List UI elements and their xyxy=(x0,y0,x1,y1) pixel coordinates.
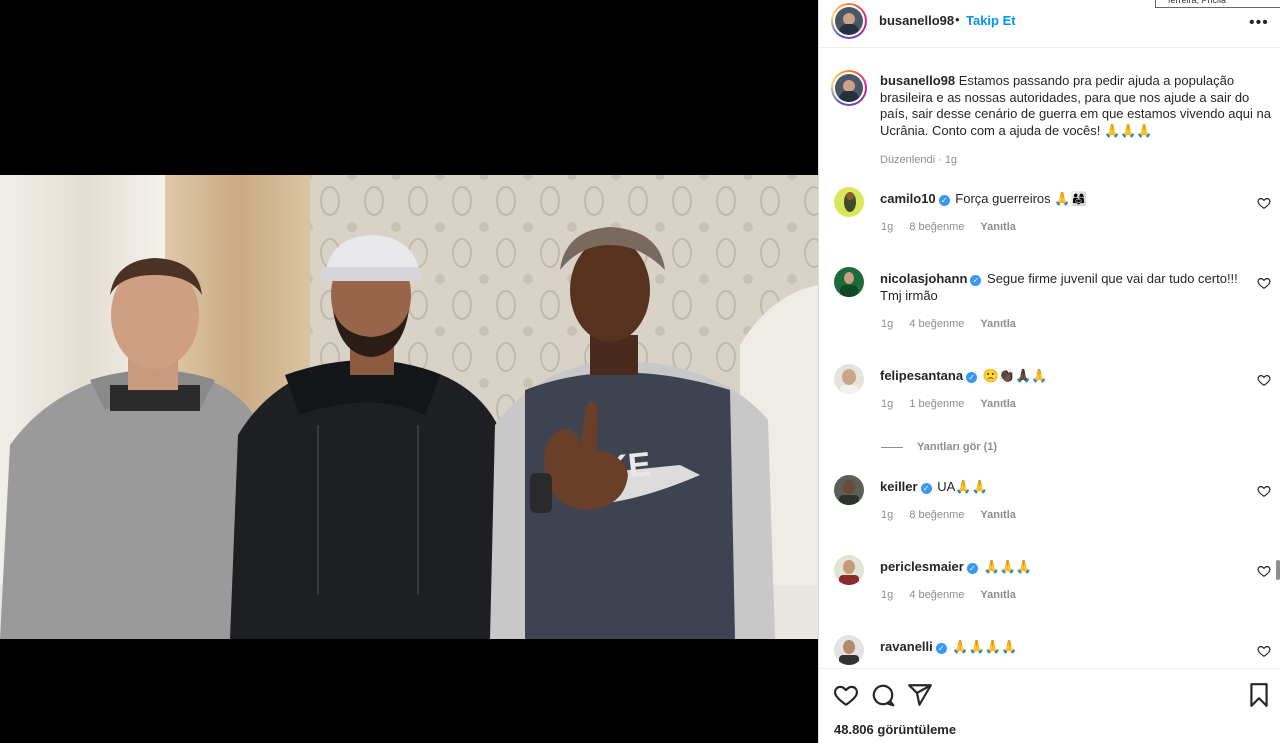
comment-like-heart-icon[interactable] xyxy=(1257,373,1271,387)
bookmark-icon[interactable] xyxy=(1246,682,1272,708)
comment-time: 1g xyxy=(881,318,894,330)
comment-meta: 1g 8 beğenme Yanıtla xyxy=(881,509,1029,521)
comment-meta: 1g 1 beğenme Yanıtla xyxy=(881,398,1029,410)
comment-time: 1g xyxy=(881,589,894,601)
verified-badge-icon: ✓ xyxy=(970,275,982,286)
post-video[interactable]: KE xyxy=(0,175,818,639)
view-replies-button[interactable]: Yanıtları gör (1) xyxy=(881,441,997,453)
verified-badge-icon: ✓ xyxy=(938,195,950,206)
view-count[interactable]: 48.806 görüntüleme xyxy=(834,722,956,737)
view-replies-line xyxy=(881,446,903,448)
reply-button[interactable]: Yanıtla xyxy=(980,398,1015,410)
verified-badge-icon: ✓ xyxy=(935,643,947,654)
post-side-panel: ferreira, Pricila busanello98 • Takip Et… xyxy=(818,0,1280,743)
view-replies-label: Yanıtları gör (1) xyxy=(917,441,998,453)
caption-username[interactable]: busanello98 xyxy=(880,73,955,88)
comment-likes[interactable]: 8 beğenme xyxy=(909,509,964,521)
comment-text: 🙏🙏🙏 xyxy=(983,559,1033,574)
comment-meta: 1g 4 beğenme Yanıtla xyxy=(881,318,1029,330)
action-bar: 48.806 görüntüleme xyxy=(819,668,1280,743)
caption-avatar[interactable] xyxy=(831,70,867,106)
heart-icon[interactable] xyxy=(833,682,859,708)
comment-avatar[interactable] xyxy=(834,187,864,217)
comment-like-heart-icon[interactable] xyxy=(1257,484,1271,498)
avatar[interactable] xyxy=(831,3,867,39)
caption-text: busanello98 Estamos passando pra pedir a… xyxy=(880,73,1275,139)
scrollbar-thumb[interactable] xyxy=(1276,560,1280,580)
comment-time: 1g xyxy=(881,398,894,410)
comment-text: 🙁👏🏿🙏🏿🙏 xyxy=(982,368,1048,383)
reply-button[interactable]: Yanıtla xyxy=(980,221,1015,233)
comment-like-heart-icon[interactable] xyxy=(1257,196,1271,210)
more-options-icon[interactable]: ••• xyxy=(1249,14,1269,32)
verified-badge-icon: ✓ xyxy=(920,483,932,494)
reply-button[interactable]: Yanıtla xyxy=(980,318,1015,330)
comment-meta: 1g 4 beğenme Yanıtla xyxy=(881,589,1029,601)
comment-avatar[interactable] xyxy=(834,635,864,665)
comment-likes[interactable]: 1 beğenme xyxy=(909,398,964,410)
comment-username[interactable]: nicolasjohann xyxy=(880,271,967,286)
comment-username[interactable]: felipesantana xyxy=(880,368,963,383)
instagram-post-viewer: KE ferreira, Pricila busanello98 • Takip… xyxy=(0,0,1280,743)
comment-like-heart-icon[interactable] xyxy=(1257,276,1271,290)
comment-avatar[interactable] xyxy=(834,475,864,505)
header-username[interactable]: busanello98 xyxy=(879,13,954,28)
comment-username[interactable]: keiller xyxy=(880,479,918,494)
comment-like-heart-icon[interactable] xyxy=(1257,564,1271,578)
comment-time: 1g xyxy=(881,221,894,233)
post-header: busanello98 • Takip Et ••• xyxy=(819,0,1280,48)
comment-likes[interactable]: 4 beğenme xyxy=(909,589,964,601)
comment-avatar[interactable] xyxy=(834,555,864,585)
comment-avatar[interactable] xyxy=(834,364,864,394)
media-pane: KE xyxy=(0,0,818,743)
comment-username[interactable]: ravanelli xyxy=(880,639,933,654)
follow-button[interactable]: Takip Et xyxy=(966,13,1016,28)
comment-username[interactable]: camilo10 xyxy=(880,191,936,206)
video-frame: KE xyxy=(0,175,818,639)
share-icon[interactable] xyxy=(907,682,933,708)
comment-text: 🙏🙏🙏🙏 xyxy=(952,639,1018,654)
caption-meta: Düzenlendi · 1g xyxy=(880,154,958,166)
reply-button[interactable]: Yanıtla xyxy=(980,509,1015,521)
comment-avatar[interactable] xyxy=(834,267,864,297)
comment-text: Força guerreiros 🙏👨‍👩‍👧 xyxy=(955,191,1087,206)
verified-badge-icon: ✓ xyxy=(966,372,978,383)
reply-button[interactable]: Yanıtla xyxy=(980,589,1015,601)
comment-likes[interactable]: 4 beğenme xyxy=(909,318,964,330)
comment-like-heart-icon[interactable] xyxy=(1257,644,1271,658)
comment-username[interactable]: periclesmaier xyxy=(880,559,964,574)
comment-meta: 1g 8 beğenme Yanıtla xyxy=(881,221,1029,233)
comment-text: UA🙏🙏 xyxy=(937,479,988,494)
verified-badge-icon: ✓ xyxy=(966,563,978,574)
comment-time: 1g xyxy=(881,509,894,521)
comment-likes[interactable]: 8 beğenme xyxy=(909,221,964,233)
separator-dot: • xyxy=(955,12,960,27)
comment-icon[interactable] xyxy=(870,682,896,708)
